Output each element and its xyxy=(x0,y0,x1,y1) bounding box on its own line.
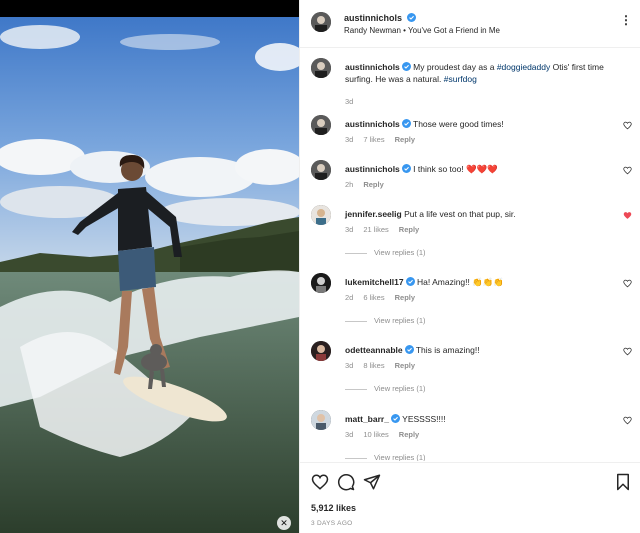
verified-badge-icon xyxy=(401,119,411,128)
reply-button[interactable]: Reply xyxy=(395,135,415,144)
avatar[interactable] xyxy=(311,160,331,180)
more-options-icon[interactable]: ⋮ xyxy=(620,13,632,27)
verified-badge-icon xyxy=(406,13,416,22)
caption-username[interactable]: austinnichols xyxy=(345,62,400,72)
comment-text: lukemitchell17 Ha! Amazing!! 👏👏👏 xyxy=(345,276,615,288)
post-username[interactable]: austinnichols xyxy=(344,13,416,23)
comment-text: odetteannable This is amazing!! xyxy=(345,344,615,356)
heart-icon[interactable] xyxy=(623,211,632,220)
heart-icon[interactable] xyxy=(623,416,632,425)
heart-icon[interactable] xyxy=(623,121,632,130)
comment-time: 3d xyxy=(345,135,354,144)
comment-body: This is amazing!! xyxy=(415,345,480,355)
comment-meta: 3d 8 likes Reply xyxy=(345,361,425,370)
verified-badge-icon xyxy=(404,345,414,354)
comment-username[interactable]: austinnichols xyxy=(345,164,400,174)
comment-time: 2h xyxy=(345,180,354,189)
comment-body: Put a life vest on that pup, sir. xyxy=(404,209,516,219)
heart-icon[interactable] xyxy=(623,166,632,175)
verified-badge-icon xyxy=(390,414,400,423)
comment-meta: 2h Reply xyxy=(345,180,394,189)
expand-icon[interactable]: ✕ xyxy=(277,516,291,530)
surfing-photo xyxy=(0,17,299,533)
reply-button[interactable]: Reply xyxy=(399,430,419,439)
comment-time: 2d xyxy=(345,293,354,302)
comment-username[interactable]: jennifer.seelig xyxy=(345,209,402,219)
avatar[interactable] xyxy=(311,58,331,78)
comment-text: jennifer.seelig Put a life vest on that … xyxy=(345,208,615,220)
comment-text: matt_barr_ YESSSS!!!! xyxy=(345,413,615,425)
comment-time: 3d xyxy=(345,225,354,234)
verified-badge-icon xyxy=(401,62,411,71)
post-details-panel: austinnichols Randy Newman • You've Got … xyxy=(299,0,640,533)
heart-icon[interactable] xyxy=(623,347,632,356)
likes-count[interactable]: 5,912 likes xyxy=(311,503,356,513)
hashtag-link[interactable]: #surfdog xyxy=(444,74,477,84)
comment-time: 3d xyxy=(345,430,354,439)
comments-list[interactable]: austinnichols My proudest day as a #dogg… xyxy=(300,49,640,461)
comment-likes[interactable]: 21 likes xyxy=(363,225,388,234)
comment-text: austinnichols I think so too! ❤️❤️❤️ xyxy=(345,163,615,175)
caption-text-part: My proudest day as a xyxy=(413,62,497,72)
view-replies-label[interactable]: View replies (1) xyxy=(374,453,426,461)
view-replies-label[interactable]: View replies (1) xyxy=(374,384,426,393)
avatar[interactable] xyxy=(311,12,331,32)
reply-button[interactable]: Reply xyxy=(399,225,419,234)
comment-likes[interactable]: 6 likes xyxy=(363,293,384,302)
bookmark-icon[interactable] xyxy=(614,473,632,491)
heart-icon[interactable] xyxy=(311,473,329,491)
action-bar: 5,912 likes 3 DAYS AGO xyxy=(300,462,640,533)
comment-meta: 3d 10 likes Reply xyxy=(345,430,429,439)
caption-time: 3d xyxy=(345,97,354,106)
post-header: austinnichols Randy Newman • You've Got … xyxy=(300,0,640,48)
username-text[interactable]: austinnichols xyxy=(344,13,402,23)
verified-badge-icon xyxy=(405,277,415,286)
caption-meta: 3d xyxy=(345,97,363,106)
comment-username[interactable]: matt_barr_ xyxy=(345,414,389,424)
comment-body: I think so too! ❤️❤️❤️ xyxy=(413,164,498,174)
comment-likes[interactable]: 7 likes xyxy=(363,135,384,144)
view-replies-label[interactable]: View replies (1) xyxy=(374,316,426,325)
media-top-bar xyxy=(0,0,299,17)
comment-username[interactable]: lukemitchell17 xyxy=(345,277,404,287)
view-replies-button[interactable]: View replies (1) xyxy=(345,384,426,393)
view-replies-button[interactable]: View replies (1) xyxy=(345,453,426,461)
heart-icon[interactable] xyxy=(623,279,632,288)
view-replies-label[interactable]: View replies (1) xyxy=(374,248,426,257)
comment-meta: 3d 7 likes Reply xyxy=(345,135,425,144)
reply-button[interactable]: Reply xyxy=(395,293,415,302)
caption-text: austinnichols My proudest day as a #dogg… xyxy=(345,61,615,85)
view-replies-button[interactable]: View replies (1) xyxy=(345,248,426,257)
post-timestamp[interactable]: 3 DAYS AGO xyxy=(311,520,353,527)
comment-body: Those were good times! xyxy=(413,119,504,129)
avatar[interactable] xyxy=(311,205,331,225)
audio-track[interactable]: Randy Newman • You've Got a Friend in Me xyxy=(344,26,500,35)
view-replies-button[interactable]: View replies (1) xyxy=(345,316,426,325)
avatar[interactable] xyxy=(311,410,331,430)
comment-icon[interactable] xyxy=(337,473,355,491)
comment-body: Ha! Amazing!! 👏👏👏 xyxy=(416,277,504,287)
comment-text: austinnichols Those were good times! xyxy=(345,118,615,130)
comment-likes[interactable]: 10 likes xyxy=(363,430,388,439)
reply-button[interactable]: Reply xyxy=(363,180,383,189)
comment-likes[interactable]: 8 likes xyxy=(363,361,384,370)
reply-button[interactable]: Reply xyxy=(395,361,415,370)
avatar[interactable] xyxy=(311,341,331,361)
comment-meta: 2d 6 likes Reply xyxy=(345,293,425,302)
comment-meta: 3d 21 likes Reply xyxy=(345,225,429,234)
comment-username[interactable]: austinnichols xyxy=(345,119,400,129)
post-media[interactable]: ✕ xyxy=(0,0,299,533)
comment-body: YESSSS!!!! xyxy=(402,414,446,424)
verified-badge-icon xyxy=(401,164,411,173)
share-icon[interactable] xyxy=(363,473,381,491)
comment-time: 3d xyxy=(345,361,354,370)
hashtag-link[interactable]: #doggiedaddy xyxy=(497,62,550,72)
comment-username[interactable]: odetteannable xyxy=(345,345,403,355)
avatar[interactable] xyxy=(311,115,331,135)
avatar[interactable] xyxy=(311,273,331,293)
